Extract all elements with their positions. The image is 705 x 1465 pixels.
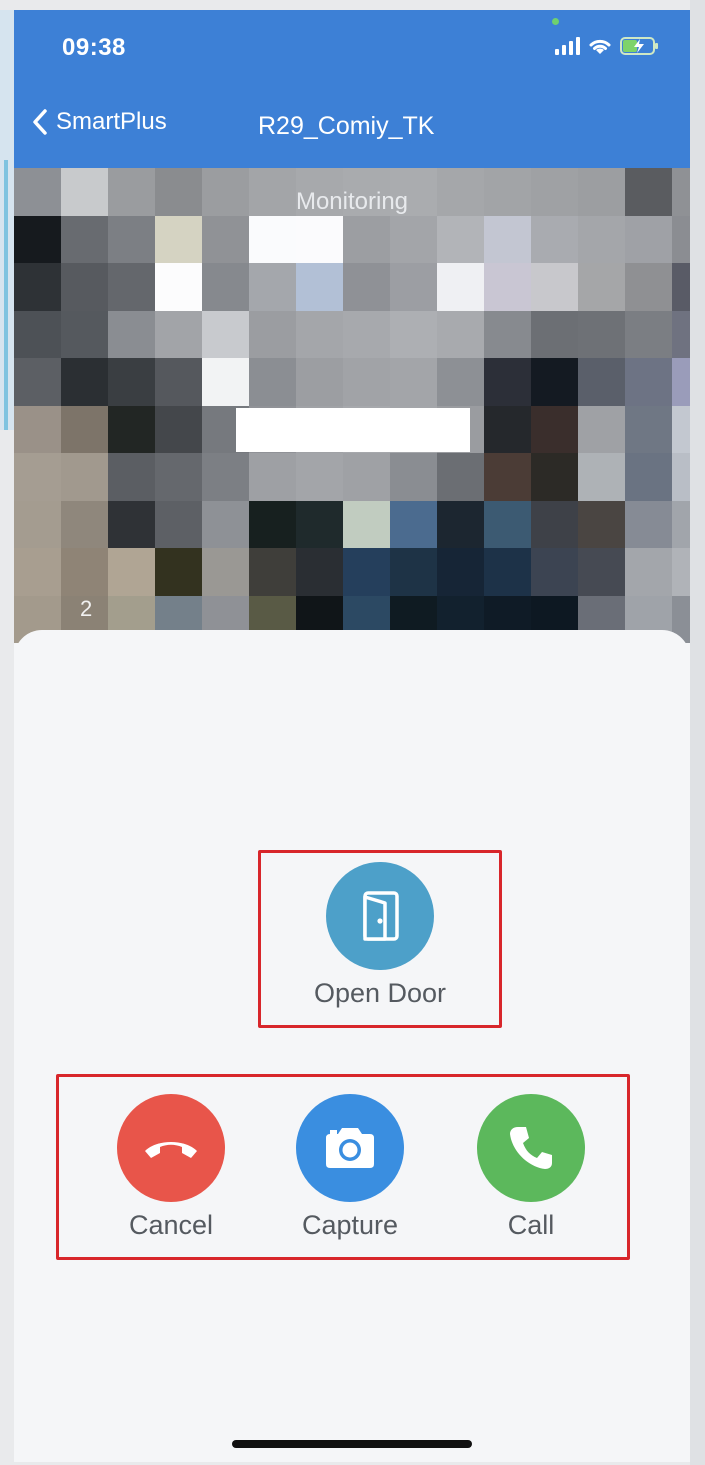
background-edge-right [690, 0, 705, 1465]
signal-icon [555, 37, 580, 55]
monitoring-label: Monitoring [295, 188, 409, 215]
capture-circle [296, 1094, 404, 1202]
navigation-bar: SmartPlus R29_Comiy_TK [14, 90, 690, 168]
camera-number: 2 [80, 596, 93, 621]
call-button[interactable]: Call [466, 1094, 596, 1241]
cancel-circle [117, 1094, 225, 1202]
home-indicator[interactable] [232, 1440, 472, 1448]
hang-up-icon [145, 1142, 197, 1158]
cancel-label: Cancel [128, 1210, 214, 1240]
back-label: SmartPlus [56, 108, 167, 135]
background-edge-left [0, 10, 14, 430]
open-door-circle [326, 862, 434, 970]
call-circle [477, 1094, 585, 1202]
video-feed: Monitoring 2 [14, 168, 690, 643]
capture-label: Capture [301, 1210, 399, 1240]
back-button[interactable]: SmartPlus [32, 108, 167, 136]
camera-icon [326, 1128, 374, 1168]
status-bar: 09:38 [14, 10, 690, 90]
call-label: Call [507, 1210, 555, 1240]
status-time: 09:38 [62, 34, 126, 61]
phone-screen: 09:38 SmartPlus R29_Comiy_TK Monitoring … [14, 10, 690, 1462]
phone-icon [510, 1127, 552, 1169]
open-door-button[interactable]: Open Door [266, 862, 494, 1009]
chevron-left-icon [33, 109, 47, 135]
cancel-button[interactable]: Cancel [106, 1094, 236, 1241]
control-panel: Open Door Cancel Capture Call [14, 630, 690, 1462]
open-door-label: Open Door [313, 978, 447, 1008]
pixelated-video-frame [14, 168, 690, 643]
status-icons [555, 36, 660, 56]
background-edge-accent [4, 160, 8, 430]
capture-button[interactable]: Capture [280, 1094, 420, 1241]
camera-indicator-dot [552, 18, 559, 25]
overexposed-region [236, 408, 470, 452]
battery-charging-icon [620, 37, 658, 55]
wifi-icon [589, 39, 611, 54]
door-icon [363, 891, 399, 941]
page-title: R29_Comiy_TK [258, 112, 435, 140]
